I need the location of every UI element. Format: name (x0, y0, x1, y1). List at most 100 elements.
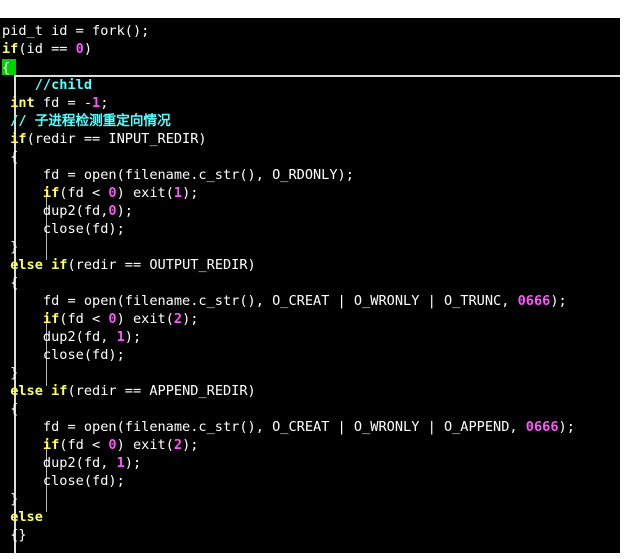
code-line[interactable]: else if(redir == APPEND_REDIR) (2, 382, 256, 400)
code-token: ); (182, 437, 199, 453)
comment-token: // 子进程检测重定向情况 (2, 113, 171, 129)
number-token: 2 (173, 437, 183, 453)
code-line[interactable]: dup2(fd, 1); (2, 454, 141, 472)
code-token: (redir == OUTPUT_REDIR) (67, 257, 256, 273)
number-token: 1 (92, 95, 101, 111)
code-line[interactable]: dup2(fd,0); (2, 202, 133, 220)
code-line[interactable]: { (2, 400, 18, 418)
keyword-token: else (10, 383, 43, 399)
code-line[interactable]: if(redir == INPUT_REDIR) (2, 130, 207, 148)
code-token: close(fd); (2, 347, 125, 363)
code-line[interactable]: else (2, 508, 43, 526)
code-token: (redir == APPEND_REDIR) (67, 383, 256, 399)
number-token: 0 (75, 41, 84, 57)
keyword-token: if (51, 257, 68, 273)
number-token: 0 (108, 437, 117, 453)
keyword-token: if (42, 311, 60, 327)
code-line[interactable]: pid_t id = fork(); (2, 22, 149, 40)
code-line[interactable]: if(id == 0) (2, 40, 92, 58)
code-token: ); (182, 185, 199, 201)
code-token: dup2(fd, (2, 203, 109, 219)
code-token: fd = - (34, 95, 93, 111)
number-token: 1 (173, 185, 183, 201)
code-token: } (2, 491, 19, 507)
code-token: ) (83, 41, 93, 57)
number-token: 2 (173, 311, 183, 327)
code-token: dup2(fd, (2, 455, 117, 471)
code-token: ); (550, 293, 567, 309)
code-token: ); (116, 203, 133, 219)
code-token: (fd < (59, 437, 109, 453)
code-token: ); (558, 419, 575, 435)
code-token: } (2, 365, 19, 381)
comment-token: //child (2, 77, 93, 93)
code-line[interactable]: { (2, 274, 18, 292)
keyword-token: if (42, 437, 60, 453)
code-line[interactable]: int fd = -1; (2, 94, 108, 112)
code-token: fd = open(filename.c_str(), O_CREAT | O_… (2, 419, 526, 435)
code-line[interactable]: if(fd < 0) exit(1); (2, 184, 199, 202)
code-line[interactable]: fd = open(filename.c_str(), O_RDONLY); (2, 166, 354, 184)
code-line[interactable]: if(fd < 0) exit(2); (2, 436, 199, 454)
code-line[interactable]: fd = open(filename.c_str(), O_CREAT | O_… (2, 292, 567, 310)
code-line[interactable]: } (2, 238, 18, 256)
number-token: 0 (108, 311, 117, 327)
code-token: { (2, 275, 19, 291)
code-line[interactable]: fd = open(filename.c_str(), O_CREAT | O_… (2, 418, 575, 436)
code-token: ); (124, 455, 142, 471)
code-token: ) exit( (116, 311, 174, 327)
code-token: pid_t id = fork(); (2, 23, 150, 39)
keyword-token: if (2, 41, 19, 57)
code-token: fd = open(filename.c_str(), O_CREAT | O_… (2, 293, 518, 309)
code-token: ; (100, 95, 109, 111)
code-token: { (2, 401, 19, 417)
code-line[interactable]: dup2(fd, 1); (2, 328, 141, 346)
terminal-editor[interactable]: pid_t id = fork(); if(id == 0){ //child i… (0, 18, 620, 553)
code-line[interactable]: //child (2, 76, 92, 94)
number-token: 0666 (525, 419, 559, 435)
code-token: ); (182, 311, 199, 327)
code-line[interactable]: } (2, 364, 18, 382)
number-token: 0666 (517, 293, 551, 309)
keyword-token: if (42, 185, 60, 201)
code-token: fd = open(filename.c_str(), O_RDONLY); (2, 167, 354, 183)
code-line[interactable]: close(fd); (2, 220, 125, 238)
code-token: } (2, 239, 19, 255)
code-token: (redir == INPUT_REDIR) (26, 131, 207, 147)
code-line[interactable]: { (2, 58, 16, 76)
keyword-token: if (51, 383, 68, 399)
keyword-token: else (10, 509, 43, 525)
keyword-token: else (10, 257, 43, 273)
code-block-top-border (14, 75, 620, 77)
text-cursor: { (2, 59, 16, 76)
code-token: ) exit( (116, 437, 174, 453)
code-line[interactable]: close(fd); (2, 346, 125, 364)
code-line[interactable]: else if(redir == OUTPUT_REDIR) (2, 256, 256, 274)
code-line[interactable]: close(fd); (2, 472, 125, 490)
code-token: dup2(fd, (2, 329, 117, 345)
code-token: ); (124, 329, 142, 345)
code-line[interactable]: // 子进程检测重定向情况 (2, 112, 171, 130)
keyword-token: int (10, 95, 35, 111)
code-token: close(fd); (2, 221, 125, 237)
code-token: ) exit( (116, 185, 174, 201)
code-line[interactable]: } (2, 490, 18, 508)
code-token: (fd < (59, 185, 109, 201)
code-token: (fd < (59, 311, 109, 327)
code-line[interactable]: { (2, 148, 18, 166)
number-token: 1 (116, 329, 125, 345)
code-line[interactable]: {} (2, 526, 27, 544)
code-token: {} (2, 527, 27, 543)
code-line[interactable]: if(fd < 0) exit(2); (2, 310, 199, 328)
number-token: 1 (116, 455, 125, 471)
number-token: 0 (108, 203, 117, 219)
